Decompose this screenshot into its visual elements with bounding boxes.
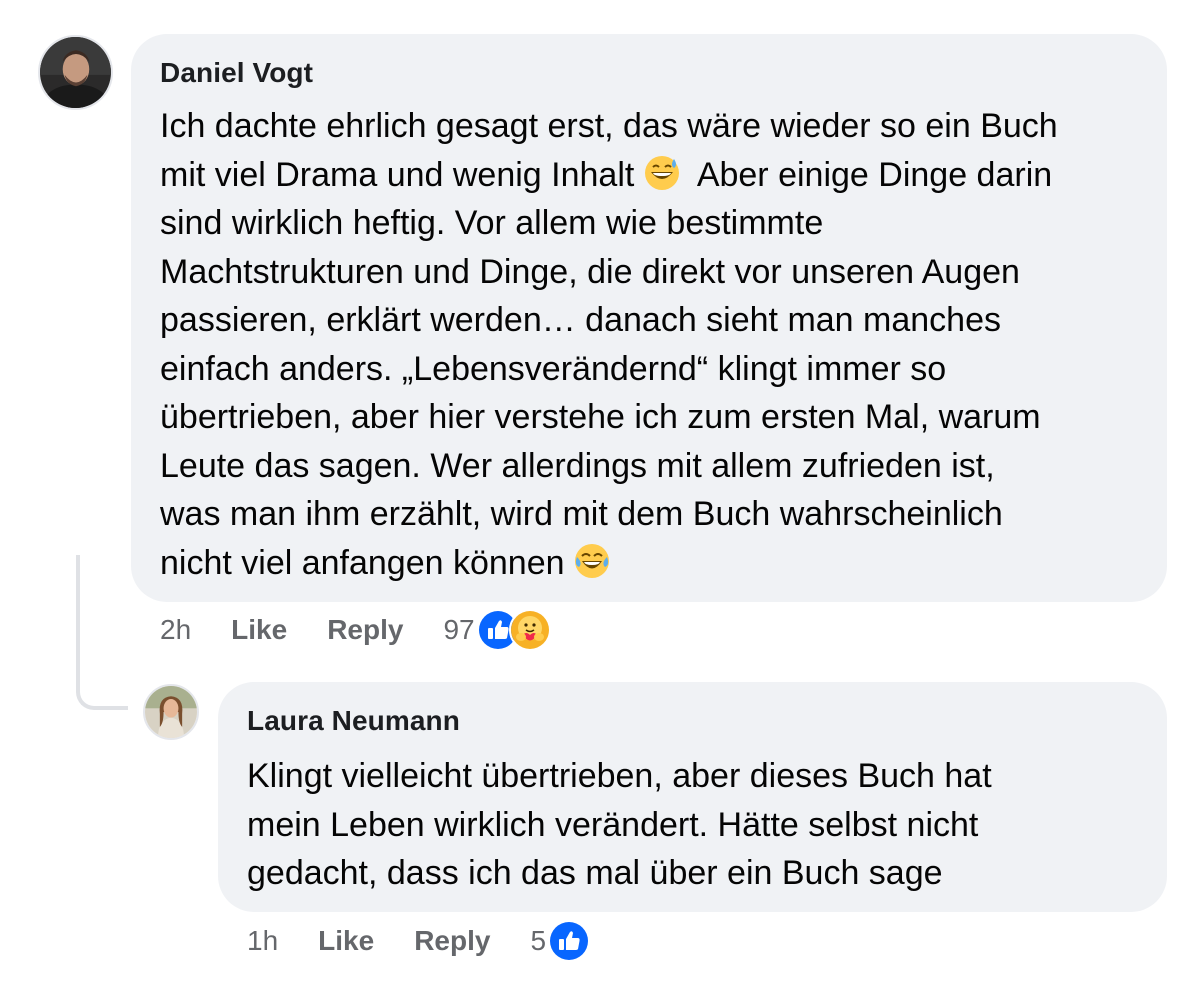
avatar-laura-neumann[interactable]	[143, 684, 199, 740]
comment-text-line: nicht viel anfangen können	[160, 539, 1139, 588]
care-reaction-icon	[508, 609, 551, 651]
reply-text-line: mein Leben wirklich verändert. Hätte sel…	[247, 805, 979, 844]
reaction-count[interactable]: 97	[443, 614, 474, 646]
like-button[interactable]: Like	[231, 614, 287, 646]
reply-button[interactable]: Reply	[414, 925, 490, 957]
comment-thread: Daniel Vogt Ich dachte ehrlich gesagt er…	[0, 0, 1200, 997]
reply-actions: 1h Like Reply 5	[247, 919, 591, 963]
like-reaction-icon	[548, 920, 591, 962]
thread-connector-line	[76, 555, 128, 710]
comment-text-line: passieren, erklärt werden… danach sieht …	[160, 301, 1001, 339]
reply-button[interactable]: Reply	[327, 614, 403, 646]
comment-timestamp[interactable]: 2h	[160, 614, 191, 646]
comment-text: Ich dachte ehrlich gesagt erst, das wäre…	[160, 102, 1139, 587]
comment-text-line: was man ihm erzählt, wird mit dem Buch w…	[160, 495, 1003, 533]
avatar-daniel-vogt[interactable]	[38, 35, 113, 110]
reply-text: Klingt vielleicht übertrieben, aber dies…	[247, 752, 1139, 898]
reply-bubble: Laura Neumann Klingt vielleicht übertrie…	[218, 682, 1167, 912]
comment-text-line: übertrieben, aber hier verstehe ich zum …	[160, 398, 1041, 436]
comment-text-line: Ich dachte ehrlich gesagt erst, das wäre…	[160, 107, 1058, 145]
comment-text-line: sind wirklich heftig. Vor allem wie best…	[160, 204, 824, 242]
comment-text-line: Machtstrukturen und Dinge, die direkt vo…	[160, 252, 1020, 291]
comment-text-fragment: mit viel Drama und wenig Inhalt	[160, 155, 635, 194]
comment-text-line: mit viel Drama und wenig Inhalt Aber ein…	[160, 151, 1139, 200]
like-button[interactable]: Like	[318, 925, 374, 957]
reaction-icons[interactable]	[476, 609, 551, 651]
reply-author[interactable]: Laura Neumann	[247, 702, 1139, 740]
comment-author[interactable]: Daniel Vogt	[160, 54, 1139, 92]
tears-of-joy-emoji	[574, 543, 610, 579]
comment-text-fragment: Aber einige Dinge darin	[696, 155, 1053, 194]
comment-actions: 2h Like Reply 97	[160, 608, 551, 652]
reply-text-line: Klingt vielleicht übertrieben, aber dies…	[247, 757, 992, 795]
reply-text-line: gedacht, dass ich das mal über ein Buch …	[247, 854, 943, 892]
comment-bubble: Daniel Vogt Ich dachte ehrlich gesagt er…	[131, 34, 1167, 602]
comment-text-line: Leute das sagen. Wer allerdings mit alle…	[160, 446, 995, 485]
reaction-icons[interactable]	[548, 920, 591, 962]
grinning-sweat-emoji	[644, 155, 680, 191]
comment-text-fragment: nicht viel anfangen können	[160, 543, 565, 582]
reaction-count[interactable]: 5	[530, 925, 546, 957]
reply-timestamp[interactable]: 1h	[247, 925, 278, 957]
comment-text-line: einfach anders. „Lebensverändernd“ kling…	[160, 349, 947, 388]
